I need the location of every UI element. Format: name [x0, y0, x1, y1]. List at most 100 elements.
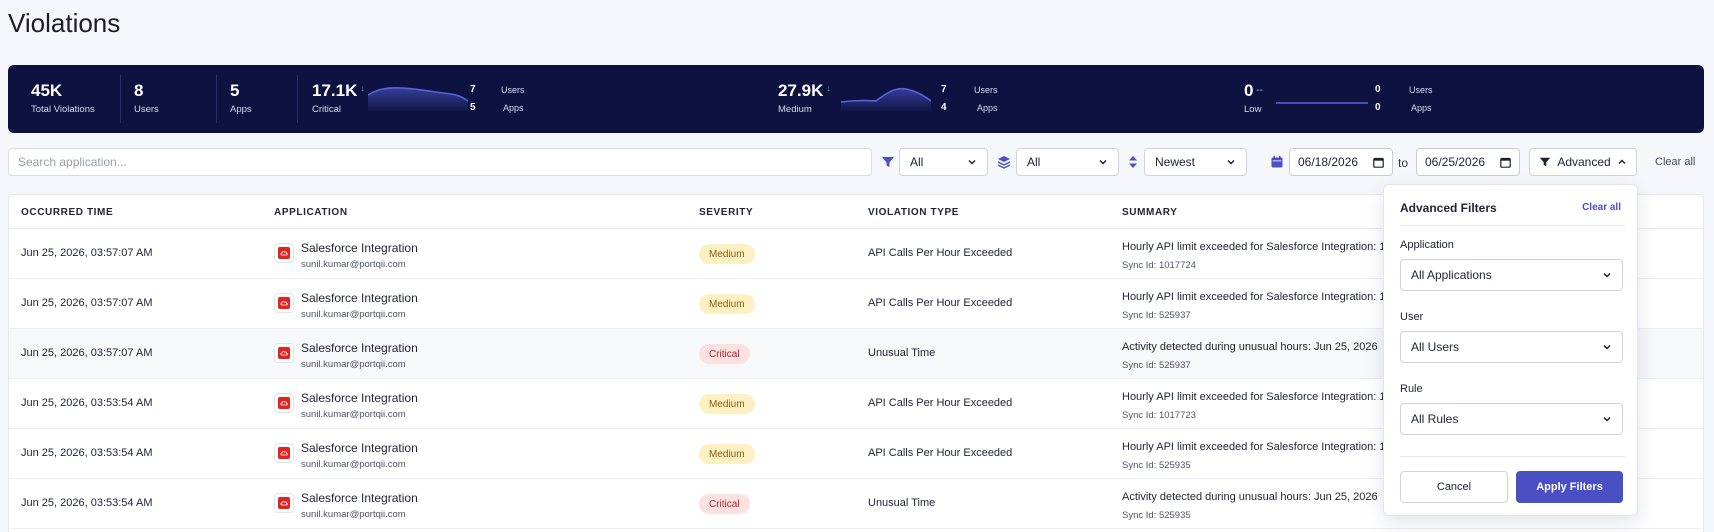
stat-value: 17.1K	[312, 81, 358, 100]
medium-sparkline	[841, 87, 931, 111]
low-apps-count: 0	[1375, 102, 1381, 113]
layer-select[interactable]: All	[1016, 148, 1119, 176]
sync-id: Sync Id: 525937	[1122, 310, 1191, 321]
sync-id: Sync Id: 525935	[1122, 510, 1191, 521]
medium-apps-count: 4	[941, 102, 947, 113]
severity-badge: Critical	[699, 494, 750, 514]
critical-users-label: Users	[501, 85, 525, 95]
stat-value-wrap: 0 --	[1244, 81, 1263, 101]
occurred-time: Jun 25, 2026, 03:57:07 AM	[21, 247, 153, 259]
severity-badge: Medium	[699, 394, 755, 414]
critical-apps-label: Apps	[503, 103, 524, 113]
severity-badge: Medium	[699, 294, 755, 314]
application-user: sunil.kumar@portqii.com	[301, 509, 406, 520]
application-filter-select[interactable]: All Applications	[1400, 259, 1623, 291]
calendar-picker-icon[interactable]	[1500, 157, 1511, 168]
layer-select-value: All	[1027, 155, 1041, 169]
application-user: sunil.kumar@portqii.com	[301, 459, 406, 470]
date-to-value: 06/25/2026	[1425, 155, 1486, 169]
divider	[1400, 456, 1625, 457]
low-apps-label: Apps	[1411, 103, 1432, 113]
sort-select[interactable]: Newest	[1144, 148, 1247, 176]
occurred-time: Jun 25, 2026, 03:57:07 AM	[21, 347, 153, 359]
application-user: sunil.kumar@portqii.com	[301, 409, 406, 420]
apply-filters-button[interactable]: Apply Filters	[1516, 471, 1623, 503]
header-severity[interactable]: SEVERITY	[699, 207, 753, 218]
search-input[interactable]	[8, 148, 872, 176]
severity-badge: Medium	[699, 244, 755, 264]
salesforce-app-icon	[274, 493, 294, 513]
violation-type: API Calls Per Hour Exceeded	[868, 297, 1013, 309]
low-users-count: 0	[1375, 84, 1381, 95]
advanced-filters-panel: Advanced Filters Clear all Application A…	[1383, 184, 1638, 516]
panel-clear-all-link[interactable]: Clear all	[1582, 202, 1621, 213]
divider	[216, 75, 217, 123]
stat-value: 27.9K	[778, 81, 824, 100]
header-summary[interactable]: SUMMARY	[1122, 207, 1178, 218]
date-from-input[interactable]: 06/18/2026	[1289, 148, 1393, 176]
application-user: sunil.kumar@portqii.com	[301, 259, 406, 270]
filter-icon	[882, 157, 894, 167]
clear-all-link[interactable]: Clear all	[1655, 156, 1695, 168]
stat-label: Critical	[312, 104, 342, 115]
occurred-time: Jun 25, 2026, 03:57:07 AM	[21, 297, 153, 309]
low-sparkline	[1276, 102, 1368, 104]
critical-users-count: 7	[470, 84, 476, 95]
stat-label: Users	[134, 104, 159, 115]
occurred-time: Jun 25, 2026, 03:53:54 AM	[21, 397, 153, 409]
severity-select[interactable]: All	[899, 148, 988, 176]
chevron-down-icon	[1099, 159, 1107, 165]
application-name[interactable]: Salesforce Integration	[301, 341, 418, 355]
chevron-up-icon	[1618, 159, 1626, 165]
stat-label: Medium	[778, 104, 812, 115]
salesforce-app-icon	[274, 293, 294, 313]
cloud-icon	[278, 297, 290, 309]
critical-sparkline	[368, 86, 468, 111]
violation-type: API Calls Per Hour Exceeded	[868, 397, 1013, 409]
divider	[297, 75, 298, 123]
occurred-time: Jun 25, 2026, 03:53:54 AM	[21, 497, 153, 509]
summary-text: Activity detected during unusual hours: …	[1122, 341, 1378, 353]
header-occurred-time[interactable]: OCCURRED TIME	[21, 207, 113, 218]
summary-text: Hourly API limit exceeded for Salesforce…	[1122, 391, 1386, 403]
medium-users-count: 7	[941, 84, 947, 95]
advanced-filters-button[interactable]: Advanced	[1529, 148, 1637, 176]
critical-apps-count: 5	[470, 102, 476, 113]
salesforce-app-icon	[274, 393, 294, 413]
cloud-icon	[278, 447, 290, 459]
application-name[interactable]: Salesforce Integration	[301, 241, 418, 255]
cancel-button[interactable]: Cancel	[1400, 471, 1508, 503]
filter-icon	[1540, 157, 1551, 167]
rule-filter-select[interactable]: All Rules	[1400, 403, 1623, 435]
occurred-time: Jun 25, 2026, 03:53:54 AM	[21, 447, 153, 459]
user-filter-value: All Users	[1411, 340, 1460, 354]
header-application[interactable]: APPLICATION	[274, 207, 348, 218]
medium-apps-label: Apps	[977, 103, 998, 113]
header-violation-type[interactable]: VIOLATION TYPE	[868, 207, 959, 218]
severity-badge: Medium	[699, 444, 755, 464]
application-name[interactable]: Salesforce Integration	[301, 391, 418, 405]
sync-id: Sync Id: 525935	[1122, 460, 1191, 471]
application-name[interactable]: Salesforce Integration	[301, 491, 418, 505]
application-user: sunil.kumar@portqii.com	[301, 309, 406, 320]
sync-id: Sync Id: 1017724	[1122, 260, 1196, 271]
date-to-input[interactable]: 06/25/2026	[1416, 148, 1520, 176]
divider	[1400, 225, 1625, 226]
stat-value-wrap: 17.1K ↓	[312, 81, 365, 101]
violation-type: API Calls Per Hour Exceeded	[868, 447, 1013, 459]
trend-down-icon: ↓	[826, 83, 831, 93]
stat-label: Apps	[230, 104, 252, 115]
application-user: sunil.kumar@portqii.com	[301, 359, 406, 370]
sort-select-value: Newest	[1155, 155, 1196, 169]
rule-filter-label: Rule	[1400, 383, 1423, 395]
application-name[interactable]: Salesforce Integration	[301, 291, 418, 305]
user-filter-select[interactable]: All Users	[1400, 331, 1623, 363]
chevron-down-icon	[1227, 159, 1235, 165]
stat-value: 45K	[31, 81, 63, 100]
violation-type: Unusual Time	[868, 497, 936, 509]
date-range-separator: to	[1398, 156, 1409, 170]
panel-title: Advanced Filters	[1400, 201, 1497, 215]
calendar-picker-icon[interactable]	[1373, 157, 1384, 168]
date-from-value: 06/18/2026	[1298, 155, 1359, 169]
application-name[interactable]: Salesforce Integration	[301, 441, 418, 455]
